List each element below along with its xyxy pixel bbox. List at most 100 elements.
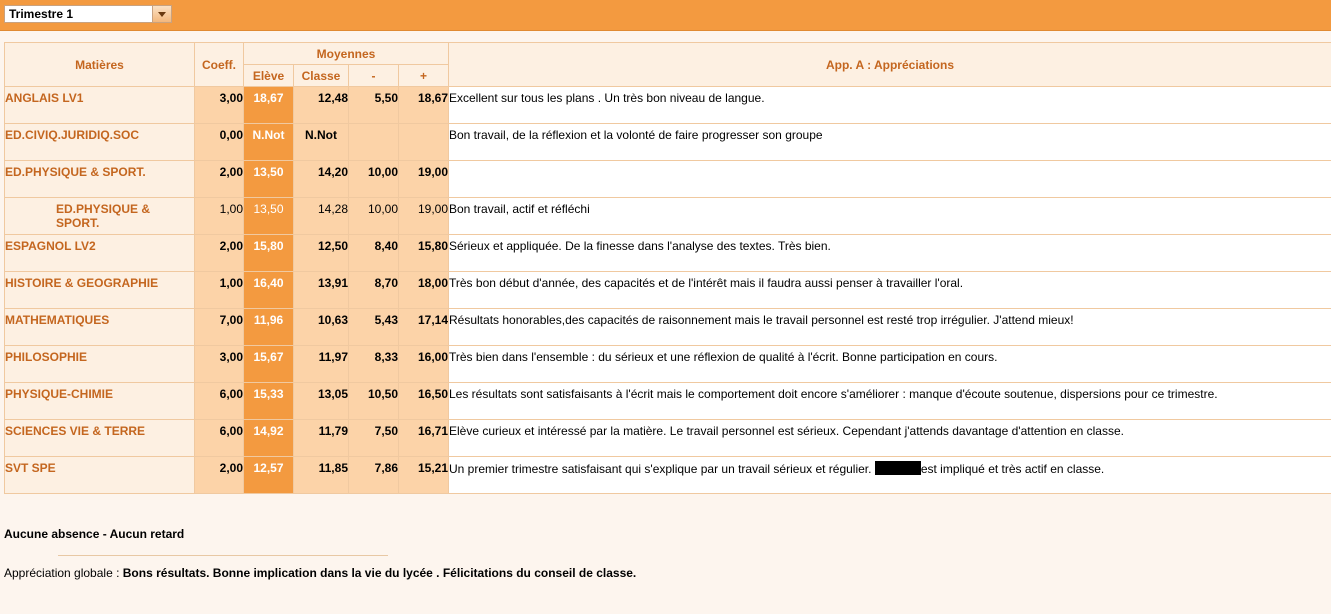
table-row: MATHEMATIQUES 7,00 11,96 10,63 5,43 17,1…: [4, 308, 1331, 346]
student-average-cell: 11,96: [243, 308, 294, 346]
class-average-cell: 12,48: [293, 86, 349, 124]
subject-cell: ED.PHYSIQUE & SPORT.: [4, 197, 195, 235]
class-average-cell: 11,85: [293, 456, 349, 494]
student-average-cell: 13,50: [243, 197, 294, 235]
class-average-cell: 14,28: [293, 197, 349, 235]
class-average-cell: 10,63: [293, 308, 349, 346]
divider: [58, 555, 388, 556]
coeff-cell: 6,00: [194, 419, 244, 457]
table-row: SCIENCES VIE & TERRE 6,00 14,92 11,79 7,…: [4, 419, 1331, 457]
class-average-cell: 13,05: [293, 382, 349, 420]
max-average-cell: 16,71: [398, 419, 449, 457]
table-row: SVT SPE 2,00 12,57 11,85 7,86 15,21 Un p…: [4, 456, 1331, 494]
min-average-cell: 8,40: [348, 234, 399, 272]
max-average-cell: 16,50: [398, 382, 449, 420]
class-average-cell: 13,91: [293, 271, 349, 309]
student-average-cell: 16,40: [243, 271, 294, 309]
header-averages: Moyennes: [243, 42, 449, 65]
coeff-cell: 3,00: [194, 86, 244, 124]
appreciation-text-before: Un premier trimestre satisfaisant qui s'…: [449, 462, 872, 476]
table-row: ED.PHYSIQUE & SPORT. 2,00 13,50 14,20 10…: [4, 160, 1331, 198]
min-average-cell: 7,50: [348, 419, 399, 457]
header-subjects: Matières: [4, 42, 195, 87]
appreciation-cell: Un premier trimestre satisfaisant qui s'…: [448, 456, 1331, 494]
coeff-cell: 2,00: [194, 456, 244, 494]
coeff-cell: 0,00: [194, 123, 244, 161]
class-average-cell: 11,79: [293, 419, 349, 457]
subject-cell: ED.CIVIQ.JURIDIQ.SOC: [4, 123, 195, 161]
appreciation-cell: Très bien dans l'ensemble : du sérieux e…: [448, 345, 1331, 383]
min-average-cell: 10,50: [348, 382, 399, 420]
appreciation-cell: Excellent sur tous les plans . Un très b…: [448, 86, 1331, 124]
global-appreciation-value: Bons résultats. Bonne implication dans l…: [122, 566, 637, 580]
student-average-cell: N.Not: [243, 123, 294, 161]
max-average-cell: 16,00: [398, 345, 449, 383]
appreciation-cell: Très bon début d'année, des capacités et…: [448, 271, 1331, 309]
redacted-name: [874, 461, 921, 475]
coeff-cell: 3,00: [194, 345, 244, 383]
subject-cell: SVT SPE: [4, 456, 195, 494]
table-row: ED.PHYSIQUE & SPORT. 1,00 13,50 14,28 10…: [4, 197, 1331, 235]
appreciation-cell: Les résultats sont satisfaisants à l'écr…: [448, 382, 1331, 420]
header-coeff: Coeff.: [194, 42, 244, 87]
subject-cell: HISTOIRE & GEOGRAPHIE: [4, 271, 195, 309]
appreciation-text-after: est impliqué et très actif en classe.: [920, 462, 1105, 476]
table-row: ESPAGNOL LV2 2,00 15,80 12,50 8,40 15,80…: [4, 234, 1331, 272]
max-average-cell: [398, 123, 449, 161]
coeff-cell: 2,00: [194, 234, 244, 272]
subject-cell: PHYSIQUE-CHIMIE: [4, 382, 195, 420]
absence-summary: Aucune absence - Aucun retard: [4, 527, 185, 541]
global-appreciation-label: Appréciation globale :: [4, 566, 120, 580]
max-average-cell: 17,14: [398, 308, 449, 346]
header-student: Elève: [243, 64, 294, 87]
coeff-cell: 1,00: [194, 197, 244, 235]
min-average-cell: 10,00: [348, 160, 399, 198]
min-average-cell: 8,70: [348, 271, 399, 309]
coeff-cell: 7,00: [194, 308, 244, 346]
class-average-cell: 14,20: [293, 160, 349, 198]
header-appreciations: App. A : Appréciations: [448, 42, 1331, 87]
table-row: HISTOIRE & GEOGRAPHIE 1,00 16,40 13,91 8…: [4, 271, 1331, 309]
appreciation-cell: Bon travail, actif et réfléchi: [448, 197, 1331, 235]
appreciation-cell: Résultats honorables,des capacités de ra…: [448, 308, 1331, 346]
min-average-cell: [348, 123, 399, 161]
period-select-value: Trimestre 1: [9, 7, 74, 21]
appreciation-cell: Sérieux et appliquée. De la finesse dans…: [448, 234, 1331, 272]
appreciation-cell: Elève curieux et intéressé par la matièr…: [448, 419, 1331, 457]
top-bar: Trimestre 1: [0, 0, 1331, 31]
student-average-cell: 15,33: [243, 382, 294, 420]
student-average-cell: 15,80: [243, 234, 294, 272]
class-average-cell: 12,50: [293, 234, 349, 272]
student-average-cell: 15,67: [243, 345, 294, 383]
min-average-cell: 5,50: [348, 86, 399, 124]
coeff-cell: 6,00: [194, 382, 244, 420]
coeff-cell: 2,00: [194, 160, 244, 198]
period-select[interactable]: Trimestre 1: [4, 5, 172, 23]
header-min: -: [348, 64, 399, 87]
header-max: +: [398, 64, 449, 87]
student-average-cell: 18,67: [243, 86, 294, 124]
table-row: ED.CIVIQ.JURIDIQ.SOC 0,00 N.Not N.Not Bo…: [4, 123, 1331, 161]
min-average-cell: 5,43: [348, 308, 399, 346]
max-average-cell: 15,80: [398, 234, 449, 272]
table-row: PHYSIQUE-CHIMIE 6,00 15,33 13,05 10,50 1…: [4, 382, 1331, 420]
class-average-cell: N.Not: [293, 123, 349, 161]
subject-cell: PHILOSOPHIE: [4, 345, 195, 383]
max-average-cell: 19,00: [398, 160, 449, 198]
class-average-cell: 11,97: [293, 345, 349, 383]
min-average-cell: 8,33: [348, 345, 399, 383]
subject-cell: ED.PHYSIQUE & SPORT.: [4, 160, 195, 198]
max-average-cell: 19,00: [398, 197, 449, 235]
table-row: PHILOSOPHIE 3,00 15,67 11,97 8,33 16,00 …: [4, 345, 1331, 383]
min-average-cell: 7,86: [348, 456, 399, 494]
appreciation-cell: Bon travail, de la réflexion et la volon…: [448, 123, 1331, 161]
appreciation-cell: [448, 160, 1331, 198]
student-average-cell: 14,92: [243, 419, 294, 457]
table-row: ANGLAIS LV1 3,00 18,67 12,48 5,50 18,67 …: [4, 86, 1331, 124]
min-average-cell: 10,00: [348, 197, 399, 235]
chevron-down-icon[interactable]: [152, 6, 171, 22]
global-appreciation: Appréciation globale : Bons résultats. B…: [4, 566, 636, 580]
student-average-cell: 13,50: [243, 160, 294, 198]
header-class: Classe: [293, 64, 349, 87]
subject-cell: SCIENCES VIE & TERRE: [4, 419, 195, 457]
